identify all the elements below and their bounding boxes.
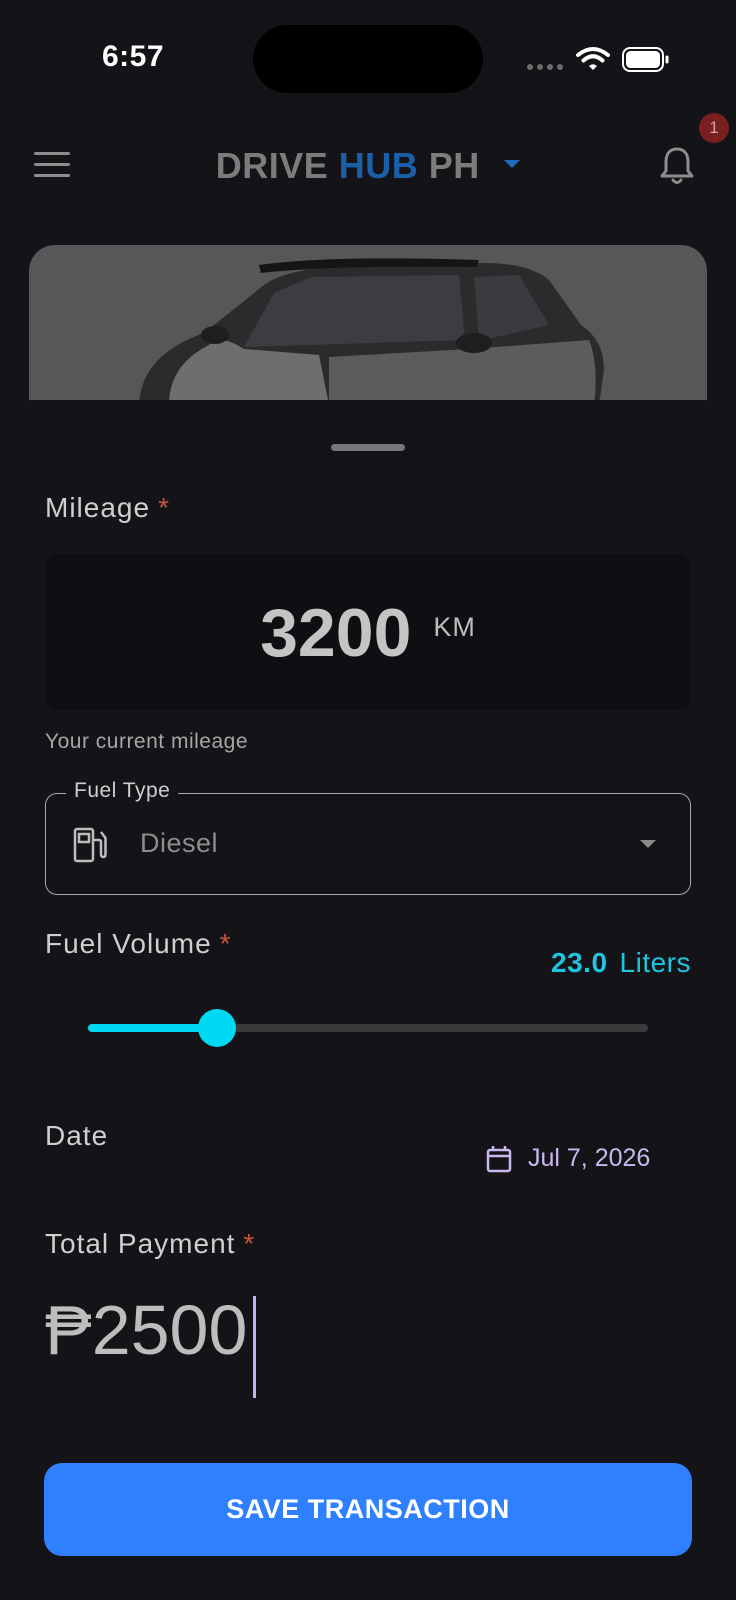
- required-mark: *: [158, 492, 170, 523]
- mileage-value-display: 3200 KM: [45, 594, 691, 672]
- fuel-volume-label: Fuel Volume *: [45, 928, 232, 959]
- total-payment-label: Total Payment *: [45, 1228, 256, 1259]
- status-time: 6:57: [102, 40, 165, 73]
- required-mark: *: [243, 1228, 256, 1259]
- mileage-unit: KM: [433, 612, 476, 642]
- mileage-input[interactable]: 3200 KM: [45, 554, 691, 710]
- required-mark: *: [219, 928, 232, 959]
- dynamic-island: [253, 25, 483, 93]
- brand-text-ph: PH: [428, 145, 480, 186]
- dropdown-arrow-icon: [640, 840, 656, 848]
- drag-handle[interactable]: [331, 444, 405, 451]
- total-payment-input[interactable]: ₱2500: [45, 1290, 247, 1370]
- fuel-volume-readout: 23.0 Liters: [551, 947, 691, 979]
- date-picker[interactable]: Jul 7, 2026: [486, 1144, 650, 1173]
- status-bar: 6:57: [0, 0, 736, 120]
- date-value: Jul 7, 2026: [528, 1144, 651, 1172]
- calendar-icon: [486, 1145, 512, 1172]
- chevron-down-icon: [504, 160, 521, 169]
- car-image: [139, 258, 604, 405]
- fuel-type-select[interactable]: Fuel Type Diesel: [45, 779, 691, 895]
- brand-text-drive: DRIVE: [215, 145, 329, 186]
- mileage-value: 3200: [260, 595, 412, 671]
- brand-text-hub: HUB: [338, 145, 419, 186]
- fuel-pump-icon: [73, 827, 107, 863]
- mileage-label: Mileage *: [45, 492, 170, 523]
- bell-icon[interactable]: [658, 145, 696, 187]
- vehicle-image-card[interactable]: [29, 245, 707, 425]
- wifi-icon: [576, 47, 610, 70]
- fuel-type-value: Diesel: [140, 828, 219, 858]
- brand-selector[interactable]: DRIVE HUB PH: [0, 145, 736, 187]
- app-header: DRIVE HUB PH 1: [0, 113, 736, 205]
- save-transaction-button[interactable]: SAVE TRANSACTION: [44, 1463, 692, 1556]
- fuel-volume-value: 23.0: [551, 947, 608, 978]
- fuel-volume-slider-thumb[interactable]: [197, 1009, 236, 1047]
- mileage-helper-text: Your current mileage: [45, 730, 248, 753]
- transaction-bottom-sheet: Mileage * 3200 KM Your current mileage Fue…: [0, 400, 736, 1600]
- date-label: Date: [45, 1120, 109, 1151]
- fuel-type-label: Fuel Type: [66, 779, 179, 803]
- notification-badge: 1: [699, 113, 729, 143]
- fuel-volume-unit: Liters: [619, 947, 691, 978]
- cellular-signal-icon: [527, 64, 563, 70]
- text-cursor: [253, 1296, 256, 1398]
- battery-icon: [622, 47, 669, 72]
